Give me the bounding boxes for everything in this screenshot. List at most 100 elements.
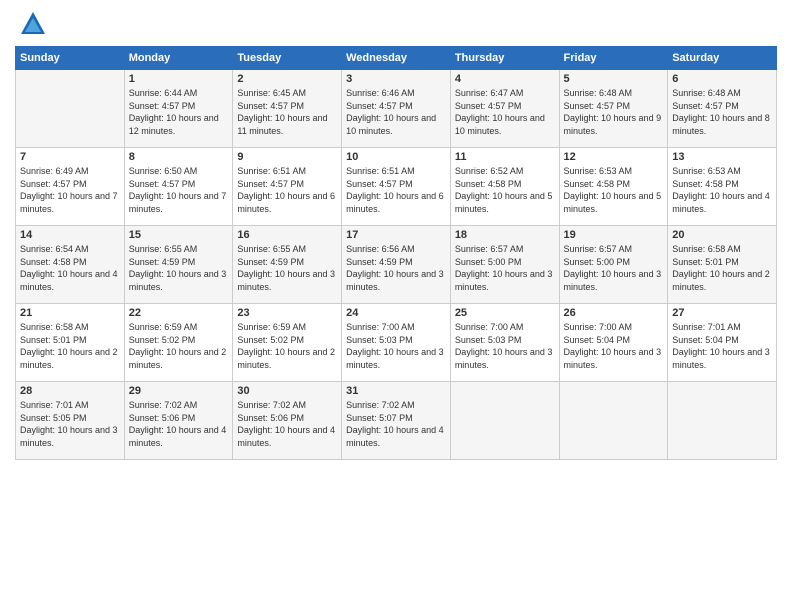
- day-cell: 19Sunrise: 6:57 AMSunset: 5:00 PMDayligh…: [559, 226, 668, 304]
- cell-info: Sunrise: 6:50 AMSunset: 4:57 PMDaylight:…: [129, 165, 229, 215]
- sunrise: Sunrise: 6:58 AM: [672, 244, 741, 254]
- daylight: Daylight: 10 hours and 9 minutes.: [564, 113, 662, 136]
- header: [15, 10, 777, 38]
- cell-info: Sunrise: 6:48 AM Sunset: 4:57 PM Daylight:…: [564, 87, 664, 137]
- day-cell: 8Sunrise: 6:50 AMSunset: 4:57 PMDaylight…: [124, 148, 233, 226]
- week-row: 14Sunrise: 6:54 AMSunset: 4:58 PMDayligh…: [16, 226, 777, 304]
- sunset: Sunset: 5:04 PM: [564, 335, 631, 345]
- day-cell: 13Sunrise: 6:53 AMSunset: 4:58 PMDayligh…: [668, 148, 777, 226]
- day-cell: 2Sunrise: 6:45 AMSunset: 4:57 PMDaylight…: [233, 70, 342, 148]
- day-cell: 10Sunrise: 6:51 AMSunset: 4:57 PMDayligh…: [342, 148, 451, 226]
- day-cell: 30Sunrise: 7:02 AMSunset: 5:06 PMDayligh…: [233, 382, 342, 460]
- cell-info: Sunrise: 6:57 AMSunset: 5:00 PMDaylight:…: [455, 243, 555, 293]
- daylight: Daylight: 10 hours and 2 minutes.: [672, 269, 770, 292]
- sunrise: Sunrise: 6:57 AM: [455, 244, 524, 254]
- sunset: Sunset: 5:07 PM: [346, 413, 413, 423]
- day-cell: 25Sunrise: 7:00 AMSunset: 5:03 PMDayligh…: [450, 304, 559, 382]
- sunset: Sunset: 5:00 PM: [455, 257, 522, 267]
- cell-info: Sunrise: 6:51 AMSunset: 4:57 PMDaylight:…: [237, 165, 337, 215]
- week-row: 28Sunrise: 7:01 AMSunset: 5:05 PMDayligh…: [16, 382, 777, 460]
- sunset: Sunset: 5:04 PM: [672, 335, 739, 345]
- sunset: Sunset: 5:06 PM: [129, 413, 196, 423]
- sunset: Sunset: 4:57 PM: [672, 101, 739, 111]
- day-cell: [559, 382, 668, 460]
- cell-info: Sunrise: 6:59 AMSunset: 5:02 PMDaylight:…: [129, 321, 229, 371]
- header-row: SundayMondayTuesdayWednesdayThursdayFrid…: [16, 47, 777, 70]
- day-cell: 24Sunrise: 7:00 AMSunset: 5:03 PMDayligh…: [342, 304, 451, 382]
- day-cell: 7Sunrise: 6:49 AMSunset: 4:57 PMDaylight…: [16, 148, 125, 226]
- cell-info: Sunrise: 6:48 AMSunset: 4:57 PMDaylight:…: [672, 87, 772, 137]
- cell-info: Sunrise: 7:02 AMSunset: 5:06 PMDaylight:…: [129, 399, 229, 449]
- day-number: 26: [564, 307, 664, 319]
- day-cell: 6Sunrise: 6:48 AMSunset: 4:57 PMDaylight…: [668, 70, 777, 148]
- calendar-table: SundayMondayTuesdayWednesdayThursdayFrid…: [15, 46, 777, 460]
- sunset: Sunset: 4:57 PM: [346, 179, 413, 189]
- cell-info: Sunrise: 7:00 AMSunset: 5:04 PMDaylight:…: [564, 321, 664, 371]
- day-cell: 1 Sunrise: 6:44 AMSunset: 4:57 PMDaylight…: [124, 70, 233, 148]
- sunrise: Sunrise: 6:51 AM: [346, 166, 415, 176]
- week-row: 1 Sunrise: 6:44 AMSunset: 4:57 PMDaylight…: [16, 70, 777, 148]
- sunrise: Sunrise: 7:00 AM: [346, 322, 415, 332]
- sunrise: Sunrise: 7:01 AM: [672, 322, 741, 332]
- sunrise: Sunrise: 6:48 AM: [672, 88, 741, 98]
- daylight: Daylight: 10 hours and 10 minutes.: [455, 113, 545, 136]
- sunrise: Sunrise: 6:59 AM: [129, 322, 198, 332]
- sunrise: Sunrise: 7:02 AM: [237, 400, 306, 410]
- cell-info: Sunrise: 6:47 AMSunset: 4:57 PMDaylight:…: [455, 87, 555, 137]
- day-cell: 18Sunrise: 6:57 AMSunset: 5:00 PMDayligh…: [450, 226, 559, 304]
- sunrise: Sunrise: 6:57 AM: [564, 244, 633, 254]
- sunrise: Sunrise: 7:02 AM: [346, 400, 415, 410]
- cell-info: Sunrise: 6:46 AMSunset: 4:57 PMDaylight:…: [346, 87, 446, 137]
- day-cell: 26Sunrise: 7:00 AMSunset: 5:04 PMDayligh…: [559, 304, 668, 382]
- sunset: Sunset: 4:58 PM: [672, 179, 739, 189]
- day-number: 25: [455, 307, 555, 319]
- day-number: 31: [346, 385, 446, 397]
- day-number: 27: [672, 307, 772, 319]
- sunrise: Sunrise: 7:01 AM: [20, 400, 89, 410]
- day-cell: 3Sunrise: 6:46 AMSunset: 4:57 PMDaylight…: [342, 70, 451, 148]
- sunset: Sunset: 4:58 PM: [20, 257, 87, 267]
- day-number: 5: [564, 73, 664, 85]
- cell-info: Sunrise: 6:55 AMSunset: 4:59 PMDaylight:…: [129, 243, 229, 293]
- day-cell: 9Sunrise: 6:51 AMSunset: 4:57 PMDaylight…: [233, 148, 342, 226]
- sunrise: Sunrise: 6:53 AM: [564, 166, 633, 176]
- daylight: Daylight: 10 hours and 4 minutes.: [129, 425, 227, 448]
- cell-info: Sunrise: 6:51 AMSunset: 4:57 PMDaylight:…: [346, 165, 446, 215]
- day-number: 16: [237, 229, 337, 241]
- day-cell: [668, 382, 777, 460]
- logo-icon: [19, 10, 47, 38]
- day-number: 2: [237, 73, 337, 85]
- sunrise: Sunrise: 6:48 AM: [564, 88, 633, 98]
- sunset: Sunset: 4:57 PM: [129, 101, 196, 111]
- sunrise: Sunrise: 6:52 AM: [455, 166, 524, 176]
- sunset: Sunset: 5:01 PM: [20, 335, 87, 345]
- header-cell: Thursday: [450, 47, 559, 70]
- sunset: Sunset: 4:57 PM: [564, 101, 631, 111]
- header-cell: Wednesday: [342, 47, 451, 70]
- sunrise: Sunrise: 6:46 AM: [346, 88, 415, 98]
- sunrise: Sunrise: 6:59 AM: [237, 322, 306, 332]
- header-cell: Monday: [124, 47, 233, 70]
- daylight: Daylight: 10 hours and 2 minutes.: [237, 347, 335, 370]
- day-number: 19: [564, 229, 664, 241]
- daylight: Daylight: 10 hours and 7 minutes.: [129, 191, 227, 214]
- daylight: Daylight: 10 hours and 2 minutes.: [129, 347, 227, 370]
- sunset: Sunset: 5:06 PM: [237, 413, 304, 423]
- day-cell: 5 Sunrise: 6:48 AM Sunset: 4:57 PM Daylight…: [559, 70, 668, 148]
- day-number: 20: [672, 229, 772, 241]
- day-number: 1: [129, 73, 229, 85]
- daylight: Daylight: 10 hours and 4 minutes.: [237, 425, 335, 448]
- day-number: 21: [20, 307, 120, 319]
- day-number: 24: [346, 307, 446, 319]
- sunrise: Sunrise: 7:00 AM: [564, 322, 633, 332]
- cell-info: Sunrise: 6:44 AMSunset: 4:57 PMDaylight:…: [129, 87, 229, 137]
- daylight: Daylight: 10 hours and 10 minutes.: [346, 113, 436, 136]
- cell-info: Sunrise: 7:02 AM Sunset: 5:06 PM Daylight:…: [237, 399, 337, 449]
- header-cell: Friday: [559, 47, 668, 70]
- day-cell: 29Sunrise: 7:02 AMSunset: 5:06 PMDayligh…: [124, 382, 233, 460]
- sunrise: Sunrise: 6:55 AM: [237, 244, 306, 254]
- calendar-page: SundayMondayTuesdayWednesdayThursdayFrid…: [0, 0, 792, 612]
- header-cell: Sunday: [16, 47, 125, 70]
- sunrise: Sunrise: 6:47 AM: [455, 88, 524, 98]
- sunrise: Sunrise: 7:00 AM: [455, 322, 524, 332]
